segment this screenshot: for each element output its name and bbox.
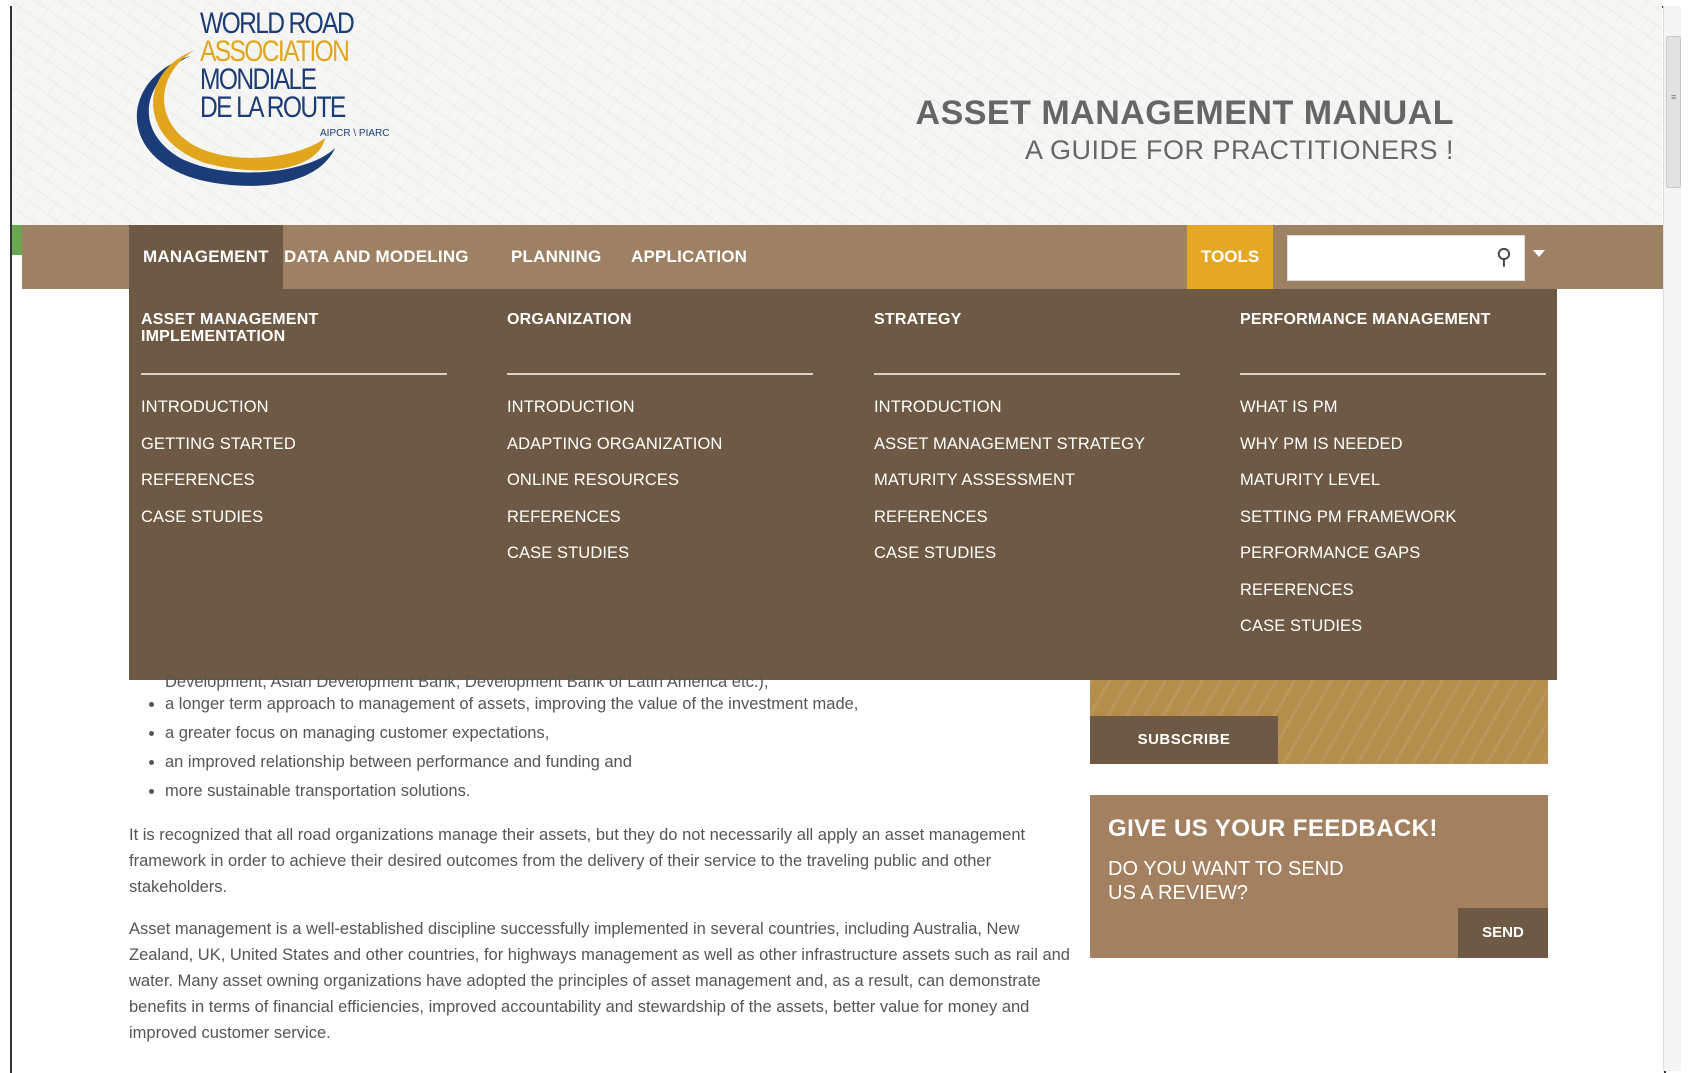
bullet-list: a longer term approach to management of … [129, 690, 1079, 806]
feedback-title: GIVE US YOUR FEEDBACK! [1108, 815, 1438, 842]
menu-heading[interactable]: STRATEGY [874, 311, 1180, 351]
partial-text-line: Development, Asian Development Bank, Dev… [165, 673, 769, 691]
menu-column-implementation: ASSET MANAGEMENT IMPLEMENTATION INTRODUC… [141, 311, 447, 543]
list-item: more sustainable transportation solution… [165, 777, 1079, 806]
site-subtitle: A GUIDE FOR PRACTITIONERS ! [1024, 135, 1454, 165]
divider [1240, 373, 1546, 375]
feedback-panel: GIVE US YOUR FEEDBACK! DO YOU WANT TO SE… [1090, 795, 1548, 958]
search-icon[interactable]: ⚲ [1496, 244, 1512, 270]
menu-item[interactable]: GETTING STARTED [141, 434, 447, 471]
menu-item[interactable]: CASE STUDIES [1240, 616, 1546, 653]
menu-item[interactable]: CASE STUDIES [874, 543, 1180, 580]
menu-heading[interactable]: ASSET MANAGEMENT IMPLEMENTATION [141, 311, 447, 351]
divider [507, 373, 813, 375]
menu-item[interactable]: INTRODUCTION [141, 397, 447, 434]
menu-heading[interactable]: PERFORMANCE MANAGEMENT [1240, 311, 1546, 351]
menu-item[interactable]: CASE STUDIES [141, 507, 447, 544]
divider [874, 373, 1180, 375]
logo-line-1: WORLD ROAD [200, 7, 355, 40]
nav-management[interactable]: MANAGEMENT [129, 225, 283, 289]
logo-wordmark: WORLD ROAD ASSOCIATION MONDIALE DE LA RO… [200, 7, 355, 124]
mega-menu: ASSET MANAGEMENT IMPLEMENTATION INTRODUC… [129, 289, 1557, 680]
menu-item[interactable]: INTRODUCTION [507, 397, 813, 434]
paragraph: Asset management is a well-established d… [129, 920, 1070, 1042]
nav-application[interactable]: APPLICATION [631, 225, 747, 289]
nav-planning[interactable]: PLANNING [511, 225, 601, 289]
logo-subtext: AIPCR \ PIARC [320, 128, 390, 139]
subscribe-button[interactable]: SUBSCRIBE [1090, 716, 1278, 764]
menu-item[interactable]: ONLINE RESOURCES [507, 470, 813, 507]
logo-line-3: MONDIALE [200, 63, 317, 96]
search-input[interactable]: ⚲ [1287, 235, 1525, 281]
menu-item[interactable]: WHY PM IS NEEDED [1240, 434, 1546, 471]
logo-line-2: ASSOCIATION [200, 35, 350, 68]
menu-item[interactable]: REFERENCES [507, 507, 813, 544]
site-title-block: ASSET MANAGEMENT MANUAL A GUIDE FOR PRAC… [916, 94, 1454, 166]
scrollbar-thumb[interactable]: ≡ [1666, 36, 1681, 188]
menu-heading[interactable]: ORGANIZATION [507, 311, 813, 351]
nav-tools[interactable]: TOOLS [1187, 225, 1274, 289]
main-content: Development, Asian Development Bank, Dev… [129, 674, 1079, 1046]
menu-item[interactable]: CASE STUDIES [507, 543, 813, 580]
list-item: a greater focus on managing customer exp… [165, 719, 1079, 748]
menu-column-strategy: STRATEGY INTRODUCTION ASSET MANAGEMENT S… [874, 311, 1180, 580]
menu-column-performance: PERFORMANCE MANAGEMENT WHAT IS PM WHY PM… [1240, 311, 1546, 653]
menu-item[interactable]: INTRODUCTION [874, 397, 1180, 434]
menu-item[interactable]: REFERENCES [1240, 580, 1546, 617]
logo-line-4: DE LA ROUTE [200, 91, 346, 124]
subscribe-panel: SUBSCRIBE [1090, 680, 1548, 764]
site-title: ASSET MANAGEMENT MANUAL [915, 94, 1454, 132]
menu-item[interactable]: REFERENCES [141, 470, 447, 507]
menu-column-organization: ORGANIZATION INTRODUCTION ADAPTING ORGAN… [507, 311, 813, 580]
paragraph: It is recognized that all road organizat… [129, 826, 1026, 896]
list-item: a longer term approach to management of … [165, 690, 1079, 719]
left-accent [12, 225, 22, 255]
menu-item[interactable]: WHAT IS PM [1240, 397, 1546, 434]
caret-down-icon[interactable] [1533, 250, 1545, 257]
menu-item[interactable]: ADAPTING ORGANIZATION [507, 434, 813, 471]
menu-item[interactable]: SETTING PM FRAMEWORK [1240, 507, 1546, 544]
feedback-text: DO YOU WANT TO SEND US A REVIEW? [1108, 858, 1344, 904]
grip-icon: ≡ [1671, 92, 1677, 102]
send-button[interactable]: SEND [1458, 908, 1548, 958]
list-item: an improved relationship between perform… [165, 748, 1079, 777]
menu-item[interactable]: REFERENCES [874, 507, 1180, 544]
menu-item[interactable]: MATURITY LEVEL [1240, 470, 1546, 507]
menu-item[interactable]: MATURITY ASSESSMENT [874, 470, 1180, 507]
menu-item[interactable]: PERFORMANCE GAPS [1240, 543, 1546, 580]
divider [141, 373, 447, 375]
nav-data-and-modeling[interactable]: DATA AND MODELING [284, 225, 469, 289]
vertical-scrollbar[interactable]: ≡ [1663, 6, 1681, 1071]
menu-item[interactable]: ASSET MANAGEMENT STRATEGY [874, 434, 1180, 471]
